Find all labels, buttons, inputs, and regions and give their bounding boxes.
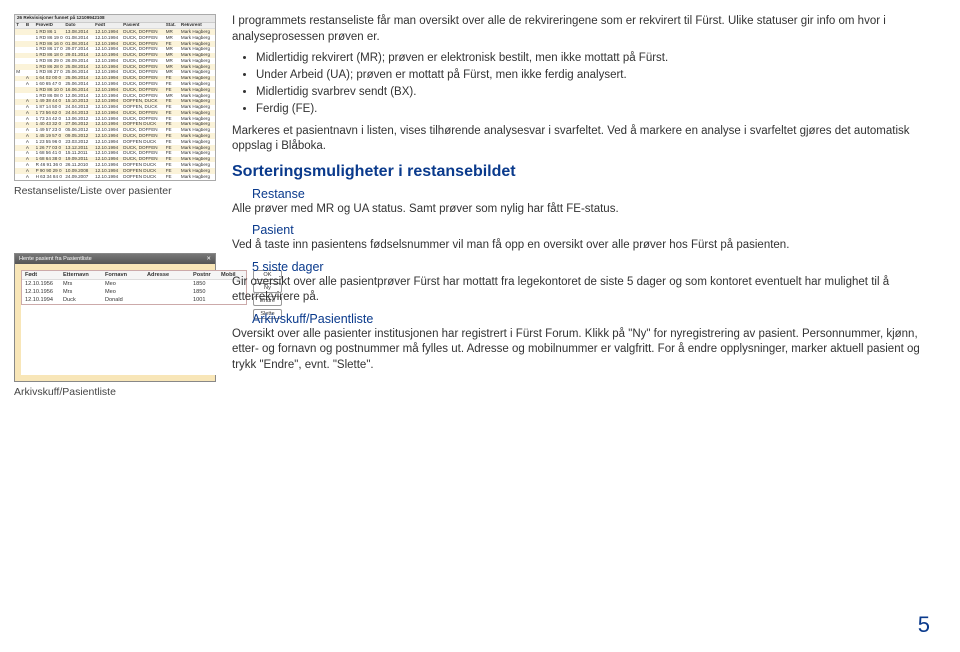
dialog-title: Hente pasient fra Pasientliste — [19, 256, 92, 262]
sub-heading-5dager: 5 siste dager — [252, 260, 934, 274]
paragraph-arkiv: Oversikt over alle pasienter institusjon… — [232, 327, 934, 374]
sub-heading-restanse: Restanse — [252, 187, 934, 201]
table-row[interactable]: AH 63 34 84 024.09.200712.10.1994DOFFEN … — [15, 174, 215, 180]
dialog-caption: Arkivskuff/Pasientliste — [14, 386, 214, 398]
list-item[interactable]: 12.10.1994DuckDonald1001 — [22, 296, 246, 304]
section-heading: Sorteringsmuligheter i restansebildet — [232, 163, 934, 181]
list-item[interactable]: 12.10.1956MrsMeo1850 — [22, 280, 246, 288]
intro2-paragraph: Markeres et pasientnavn i listen, vises … — [232, 124, 934, 155]
bullet: Midlertidig svarbrev sendt (BX). — [256, 85, 934, 101]
intro-paragraph: I programmets restanseliste får man over… — [232, 14, 934, 45]
sub-heading-arkiv: Arkivskuff/Pasientliste — [252, 312, 934, 326]
bullet: Ferdig (FE). — [256, 102, 934, 118]
list-item[interactable]: 12.10.1956MrsMeo1850 — [22, 288, 246, 296]
table-caption: Restanseliste/Liste over pasienter — [14, 185, 214, 197]
paragraph-5dager: Gir oversikt over alle pasientprøver Für… — [232, 275, 934, 306]
bullet: Under Arbeid (UA); prøven er mottatt på … — [256, 68, 934, 84]
pasientliste-dialog: Hente pasient fra Pasientliste ✕ FødtEtt… — [14, 253, 216, 382]
page-number: 5 — [918, 612, 930, 638]
sub-heading-pasient: Pasient — [252, 223, 934, 237]
body-text: I programmets restanseliste får man over… — [232, 14, 934, 398]
paragraph-restanse: Alle prøver med MR og UA status. Samt pr… — [232, 202, 934, 218]
paragraph-pasient: Ved å taste inn pasientens fødselsnummer… — [232, 238, 934, 254]
table-title: 26 Rekvisisjoner funnet på 12109942108 — [15, 15, 215, 23]
bullet: Midlertidig rekvirert (MR); prøven er el… — [256, 51, 934, 67]
close-icon[interactable]: ✕ — [206, 256, 211, 262]
restanseliste-table: 26 Rekvisisjoner funnet på 12109942108 T… — [14, 14, 216, 181]
